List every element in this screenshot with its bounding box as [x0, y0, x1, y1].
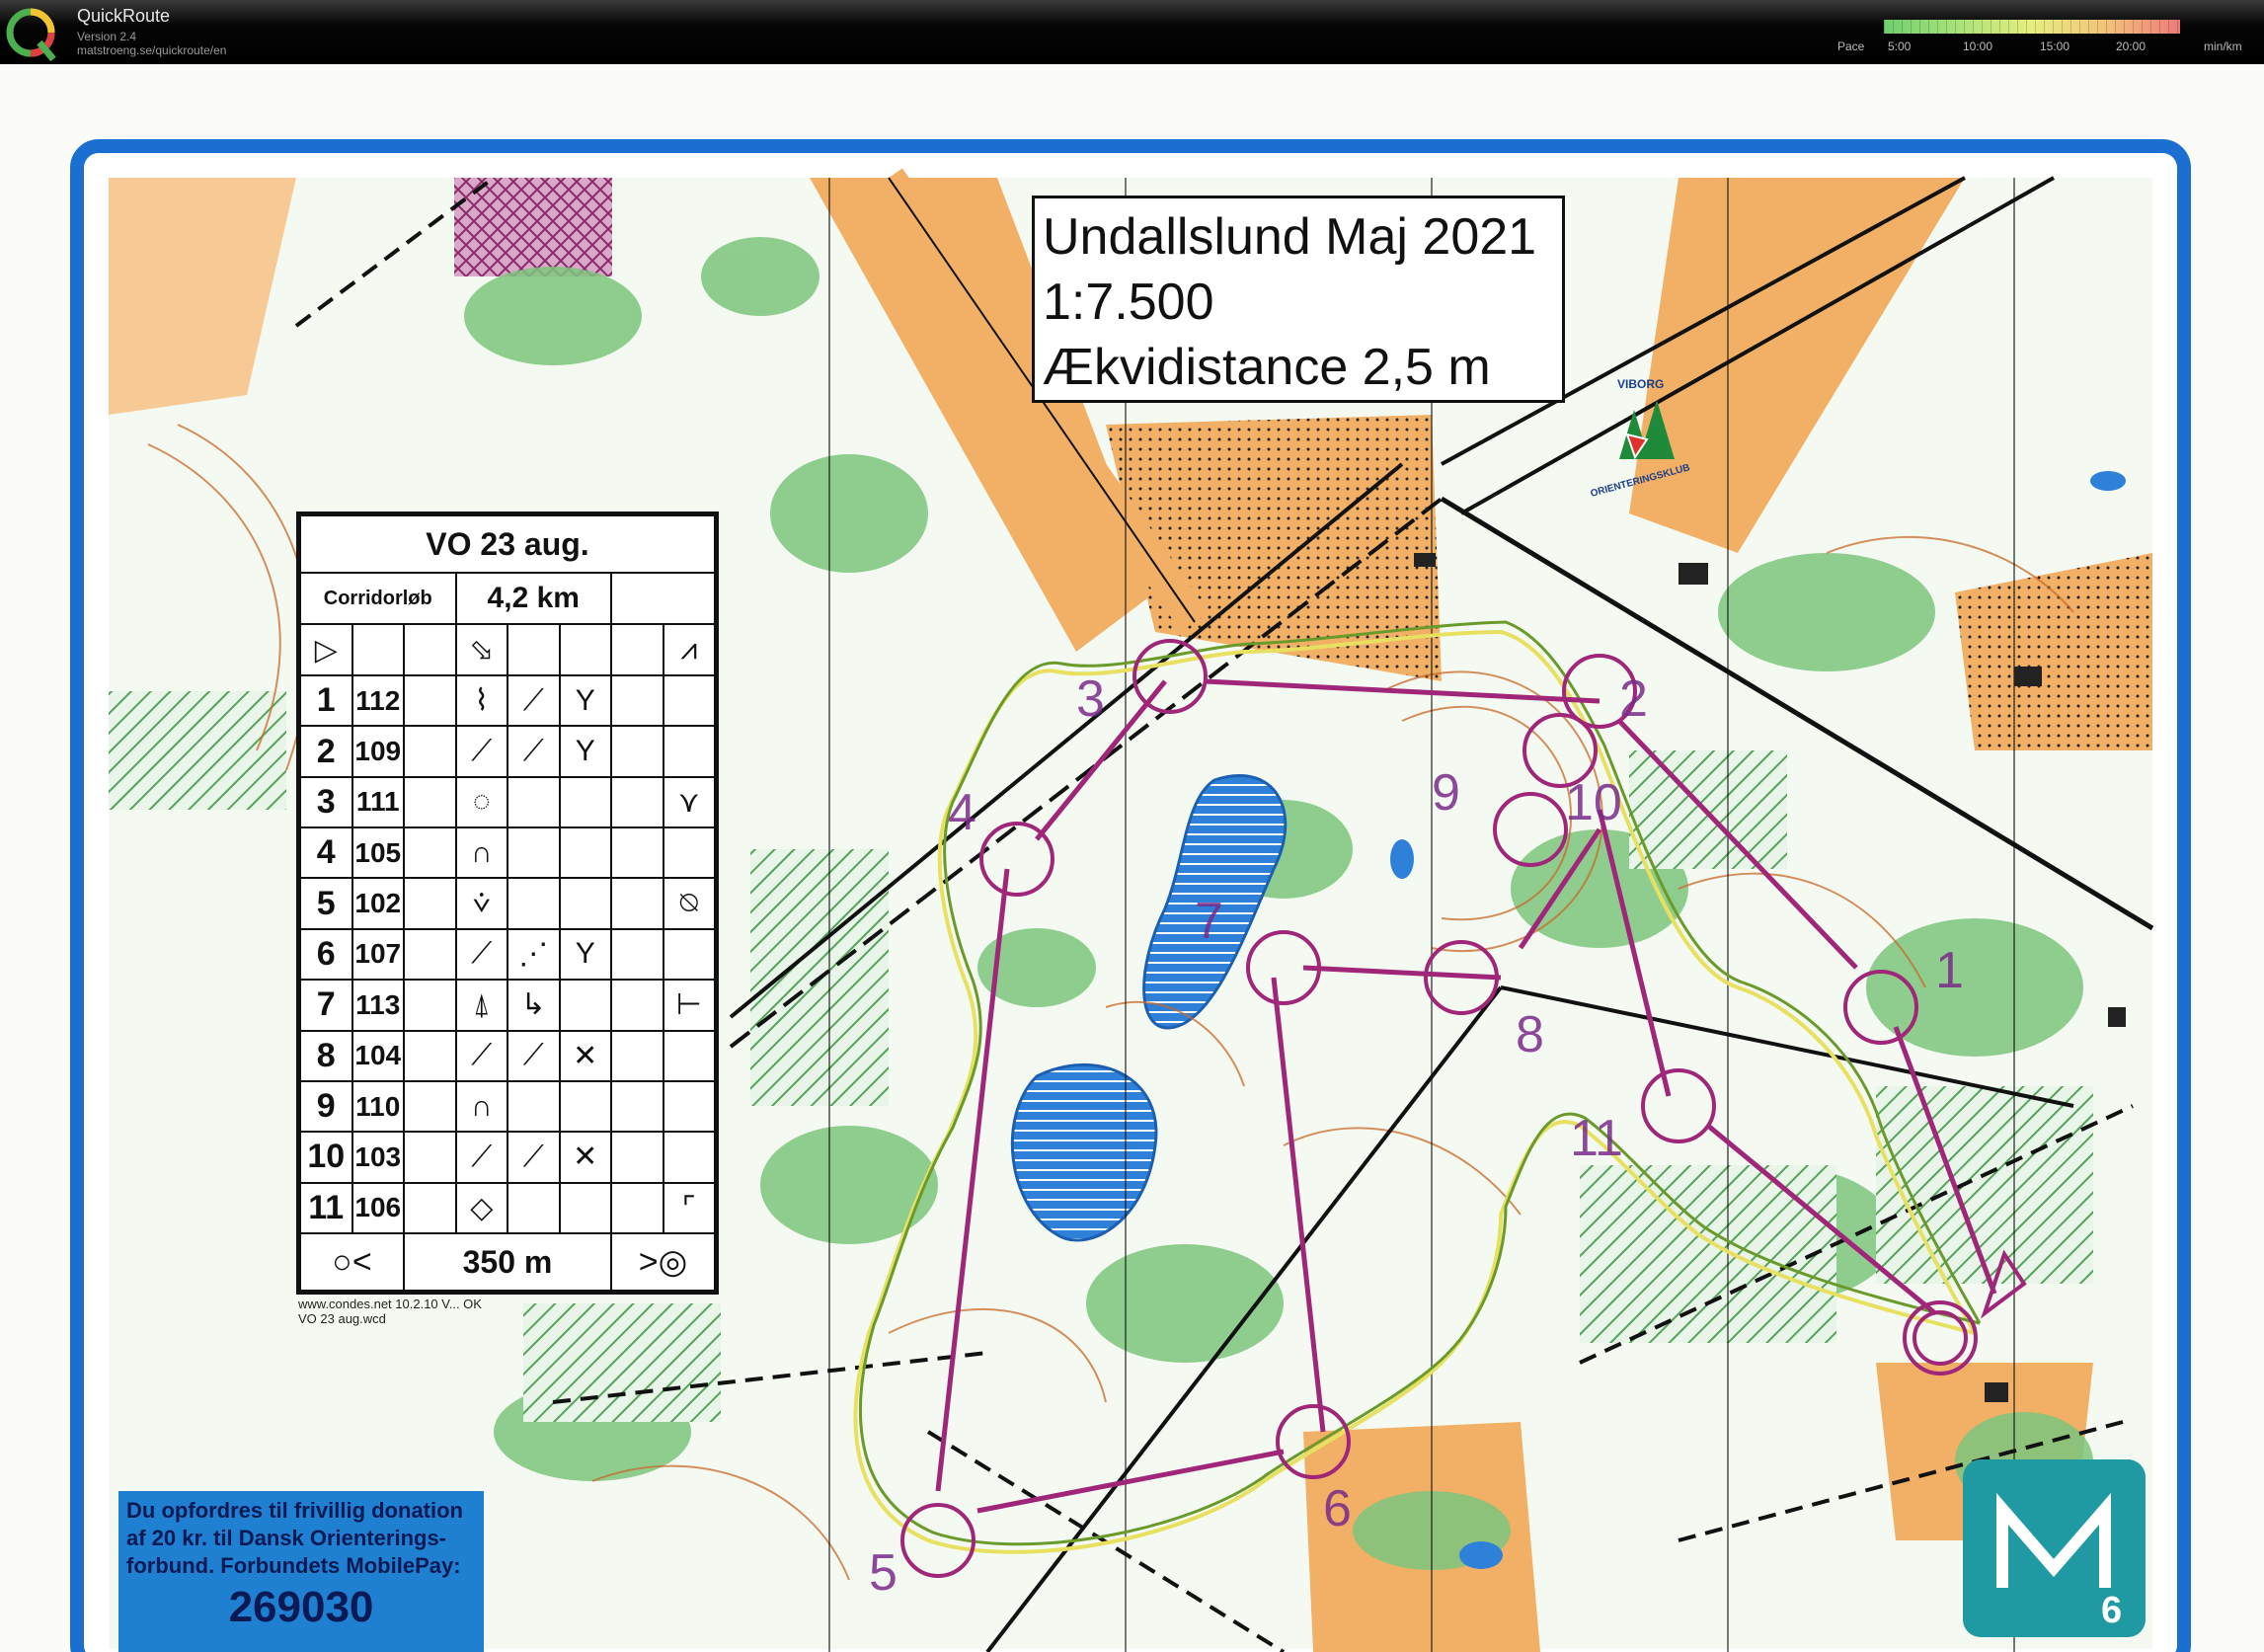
app-title-bar: QuickRoute Version 2.4 matstroeng.se/qui… [0, 0, 2264, 64]
path-icon: ⟋ [454, 725, 508, 778]
donation-line-1: Du opfordres til frivillig donation [126, 1498, 463, 1523]
control-row: 9 110 ∩ [299, 1079, 716, 1134]
control-row: 2 109 ⟋ ⟋ Y [299, 725, 716, 778]
badge-sub: 6 [2101, 1590, 2122, 1631]
path-icon: ⟋ [507, 673, 561, 728]
control-label-11: 11 [1570, 1110, 1623, 1167]
junction-icon: Y [558, 673, 612, 728]
boulder-icon: ◇ [454, 1181, 508, 1235]
course-length: 4,2 km [454, 572, 612, 625]
donation-line-2: af 20 kr. til Dansk Orienterings- [126, 1526, 447, 1550]
control-label-2: 2 [1619, 670, 1648, 728]
control-row: 6 107 ⟋ ⋰ Y [299, 927, 716, 982]
path-icon: ⟋ [507, 1029, 561, 1082]
corner-icon: ⌜ [662, 1181, 716, 1235]
ride-icon: ⋰ [507, 927, 561, 982]
pace-tick: 5:00 [1888, 39, 1912, 53]
pace-tick: 20:00 [2116, 39, 2147, 53]
path-icon: ⟋ [454, 1131, 508, 1184]
re-entrant-icon: ⩒ [454, 877, 508, 930]
mapmaker-logo-icon: 6 [1996, 1492, 2122, 1631]
map-title-box: Undallslund Maj 2021 1:7.500 Ækvidistanc… [1032, 196, 1565, 403]
control-row: 7 113 ⍋ ↳ ⊢ [299, 979, 716, 1032]
control-label-9: 9 [1432, 764, 1460, 822]
control-label-7: 7 [1195, 893, 1223, 950]
app-url[interactable]: matstroeng.se/quickroute/en [77, 43, 226, 57]
control-label-1: 1 [1935, 942, 1964, 999]
control-row: 3 111 ◌ ⋎ [299, 775, 716, 829]
finish-distance: 350 m [403, 1232, 612, 1292]
mapmaker-badge: 6 [1963, 1459, 2146, 1637]
control-row: 10 103 ⟋ ⟋ ✕ [299, 1131, 716, 1184]
pace-tick: 15:00 [2040, 39, 2070, 53]
junction-icon: Y [558, 927, 612, 982]
corner-icon: ⋎ [662, 775, 716, 829]
club-logo: VIBORG ORIENTERINGSKLUB [1590, 377, 1691, 499]
control-row: 1 112 ⌇ ⟋ Y [299, 673, 716, 728]
start-location-icon: ⩘ [662, 623, 716, 676]
club-logo-top-text: VIBORG [1617, 377, 1664, 391]
control-label-10: 10 [1565, 774, 1622, 831]
pace-color-scale [1884, 20, 2180, 34]
path-icon: ⟋ [454, 927, 508, 982]
start-feature-icon: ⬂ [454, 623, 508, 676]
crossing-icon: ✕ [558, 1131, 612, 1184]
condes-footer: www.condes.net 10.2.10 V... OK VO 23 aug… [298, 1297, 482, 1326]
donation-line-3: forbund. Forbundets MobilePay: [126, 1553, 461, 1578]
finish-from-control-icon: ○< [299, 1232, 405, 1292]
quickroute-logo-icon [6, 8, 56, 62]
mobilepay-number: 269030 [228, 1583, 374, 1631]
app-version: Version 2.4 [77, 30, 137, 43]
map-title: Undallslund Maj 2021 [1043, 208, 1537, 266]
pace-label: Pace [1837, 39, 1865, 53]
control-row: 11 106 ◇ ⌜ [299, 1181, 716, 1235]
finish-icon: >◎ [610, 1232, 716, 1292]
path-icon: ⟋ [507, 1131, 561, 1184]
pace-tick: 10:00 [1963, 39, 1993, 53]
control-label-8: 8 [1516, 1006, 1544, 1063]
knoll-icon: ∩ [454, 1079, 508, 1134]
thicket-icon: ◌ [454, 775, 508, 829]
control-label-6: 6 [1323, 1480, 1352, 1537]
condes-footer-file: VO 23 aug.wcd [298, 1311, 386, 1326]
crossing-icon: ✕ [558, 1029, 612, 1082]
app-name: QuickRoute [77, 6, 171, 26]
knoll-icon: ∩ [454, 826, 508, 880]
path-icon: ⟋ [507, 725, 561, 778]
control-label-4: 4 [948, 784, 976, 841]
start-triangle-icon: ▷ [299, 623, 353, 676]
orienteering-map[interactable]: 1 2 3 4 5 6 7 8 9 10 11 Undallslund Maj … [0, 64, 2264, 1652]
wall-icon: ⌇ [454, 673, 508, 728]
control-label-5: 5 [869, 1544, 898, 1602]
event-name: VO 23 aug. [299, 514, 716, 574]
path-icon: ⟋ [454, 1029, 508, 1082]
control-label-3: 3 [1076, 670, 1105, 728]
club-logo-bottom-text: ORIENTERINGSKLUB [1590, 462, 1691, 499]
control-description-sheet: VO 23 aug. Corridorløb 4,2 km ▷ ⬂ ⩘ 1 112… [296, 511, 719, 1295]
condes-footer-line: www.condes.net 10.2.10 V... OK [298, 1297, 482, 1311]
tree-icon: ⍋ [454, 979, 508, 1032]
donation-notice: Du opfordres til frivillig donation af 2… [118, 1491, 484, 1652]
top-icon: ⍉ [662, 877, 716, 930]
map-contour-interval: Ækvidistance 2,5 m [1043, 339, 1491, 396]
control-row: 4 105 ∩ [299, 826, 716, 880]
bend-icon: ↳ [507, 979, 561, 1032]
junction-icon: Y [558, 725, 612, 778]
pace-unit: min/km [2204, 39, 2242, 53]
control-row: 8 104 ⟋ ⟋ ✕ [299, 1029, 716, 1082]
course-name: Corridorløb [299, 572, 457, 625]
end-icon: ⊢ [662, 979, 716, 1032]
control-row: 5 102 ⩒ ⍉ [299, 877, 716, 930]
map-scale: 1:7.500 [1043, 274, 1214, 331]
